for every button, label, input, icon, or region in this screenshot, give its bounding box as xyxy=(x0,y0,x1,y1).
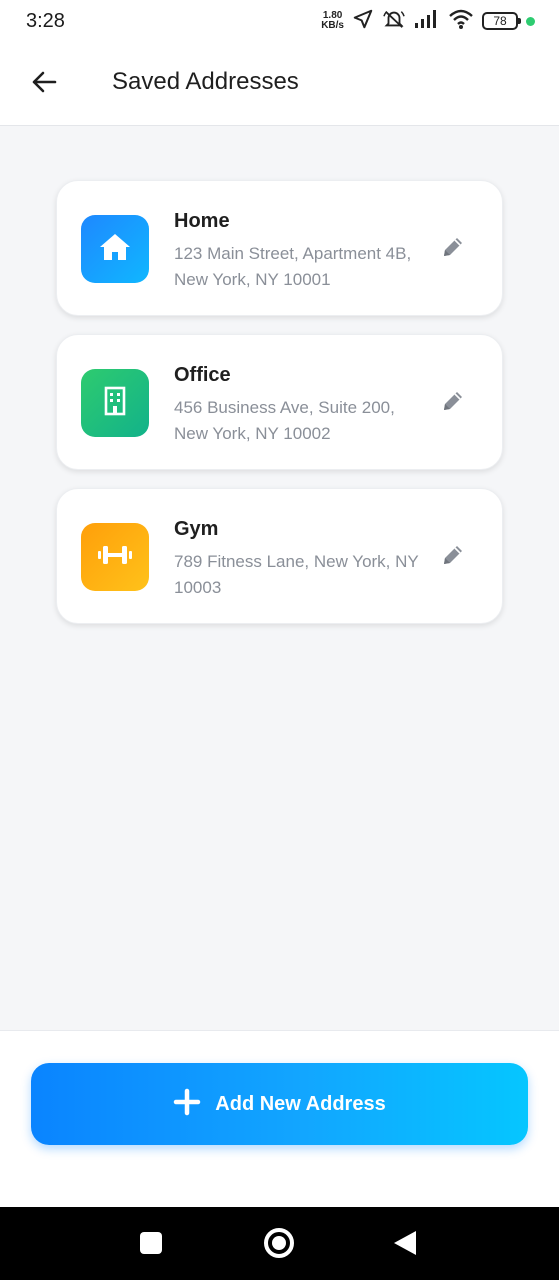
network-speed-unit: KB/s xyxy=(321,20,344,31)
pencil-icon xyxy=(440,388,466,419)
add-new-address-button[interactable]: Add New Address xyxy=(31,1063,528,1145)
network-speed: 1.80 KB/s xyxy=(321,11,344,31)
address-card-gym[interactable]: Gym 789 Fitness Lane, New York, NY 10003 xyxy=(56,488,503,624)
address-text: 789 Fitness Lane, New York, NY 10003 xyxy=(174,552,419,597)
house-icon xyxy=(97,229,133,270)
pencil-icon xyxy=(440,542,466,573)
edit-address-button[interactable] xyxy=(437,233,469,265)
edit-address-button[interactable] xyxy=(437,387,469,419)
signal-icon xyxy=(414,9,440,34)
pencil-icon xyxy=(440,234,466,265)
address-text: 456 Business Ave, Suite 200, New York, N… xyxy=(174,398,395,443)
muted-icon xyxy=(382,8,406,35)
gym-icon-tile xyxy=(81,523,149,591)
dumbbell-icon xyxy=(95,537,135,578)
address-text: 123 Main Street, Apartment 4B, New York,… xyxy=(174,244,412,289)
address-card-home[interactable]: Home 123 Main Street, Apartment 4B, New … xyxy=(56,180,503,316)
address-name: Home xyxy=(174,210,230,232)
system-back-button[interactable] xyxy=(394,1231,416,1255)
app-bar: Saved Addresses xyxy=(0,44,559,126)
battery-level: 78 xyxy=(493,14,507,28)
bottom-action-bar: Add New Address xyxy=(0,1030,559,1207)
office-icon-tile xyxy=(81,369,149,437)
status-time: 3:28 xyxy=(26,10,65,32)
address-name: Gym xyxy=(174,518,219,540)
notification-dot xyxy=(526,16,535,26)
plus-icon xyxy=(173,1088,201,1121)
battery-icon: 78 xyxy=(482,12,521,30)
home-icon-tile xyxy=(81,215,149,283)
back-button[interactable] xyxy=(26,66,62,102)
address-card-office[interactable]: Office 456 Business Ave, Suite 200, New … xyxy=(56,334,503,470)
system-navigation-bar xyxy=(0,1207,559,1280)
status-bar: 3:28 1.80 KB/s 78 xyxy=(0,0,559,44)
building-icon xyxy=(97,383,133,424)
recent-apps-button[interactable] xyxy=(140,1232,162,1254)
wifi-icon xyxy=(448,8,474,35)
page-title: Saved Addresses xyxy=(112,68,299,95)
navigation-arrow-icon xyxy=(352,8,374,35)
add-new-address-label: Add New Address xyxy=(215,1092,386,1115)
address-list: Home 123 Main Street, Apartment 4B, New … xyxy=(56,180,503,642)
arrow-left-icon xyxy=(30,68,58,101)
edit-address-button[interactable] xyxy=(437,541,469,573)
status-icons: 1.80 KB/s 78 xyxy=(321,8,535,34)
home-button[interactable] xyxy=(264,1228,294,1258)
address-name: Office xyxy=(174,364,231,386)
